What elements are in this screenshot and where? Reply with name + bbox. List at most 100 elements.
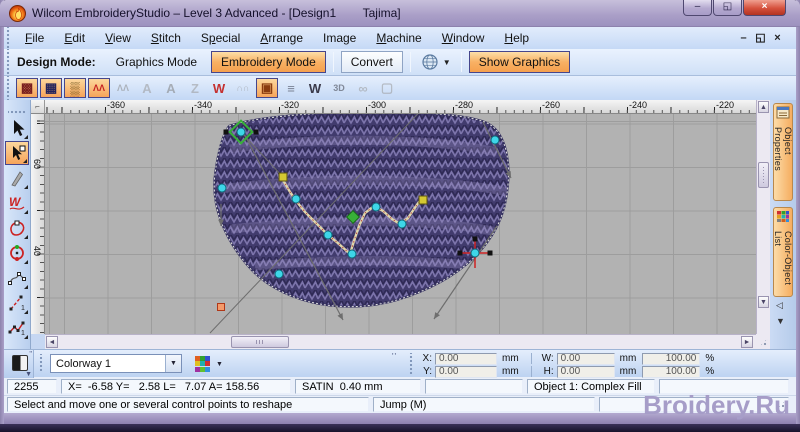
menu-file[interactable]: File — [15, 29, 54, 47]
control-point-cyan[interactable] — [217, 183, 227, 193]
vertical-scrollbar[interactable]: ▲ ▼ — [756, 100, 770, 334]
vertical-ruler: 60 40 — [31, 114, 45, 334]
menu-machine[interactable]: Machine — [366, 29, 431, 47]
vertical-scroll-thumb[interactable] — [758, 162, 769, 188]
3d-view-icon[interactable]: 3D — [328, 78, 350, 98]
toolbar-options-chevron-icon[interactable]: ▼ — [25, 371, 32, 378]
scale-input[interactable]: 100.00 — [642, 365, 701, 378]
control-point-black[interactable] — [457, 250, 463, 256]
separator — [409, 52, 411, 72]
embroidery-mode-button[interactable]: Embroidery Mode — [211, 51, 326, 73]
select-tool[interactable] — [5, 116, 29, 140]
close-button[interactable]: × — [743, 0, 786, 16]
control-point-black[interactable] — [253, 129, 259, 135]
control-point-cyan[interactable] — [490, 135, 500, 145]
knife-tool[interactable] — [5, 166, 29, 190]
tatami-fill-icon[interactable]: ▦ — [40, 78, 62, 98]
control-point-cyan[interactable] — [347, 249, 357, 259]
control-point-black[interactable] — [472, 236, 478, 242]
modebar-grip[interactable] — [4, 49, 11, 75]
colorbar-grip[interactable] — [38, 354, 43, 373]
open-shape-tool[interactable] — [5, 266, 29, 290]
embroidery-object[interactable] — [213, 114, 510, 308]
panel-down-arrow-icon[interactable]: ▼ — [776, 316, 785, 326]
combo-dropdown-icon[interactable]: ▼ — [165, 355, 181, 372]
control-point-cyan[interactable] — [274, 269, 284, 279]
menu-view[interactable]: View — [95, 29, 141, 47]
control-point-black[interactable] — [487, 250, 493, 256]
fancy-fill-icon[interactable]: ▩ — [16, 78, 38, 98]
overflow-dots-icon[interactable]: '' — [29, 351, 32, 358]
menu-help[interactable]: Help — [494, 29, 539, 47]
ruler-label: -360 — [107, 100, 126, 110]
control-point-cyan[interactable] — [236, 127, 246, 137]
convert-button[interactable]: Convert — [340, 51, 403, 73]
mdi-restore-button[interactable]: ◱ — [752, 31, 769, 46]
palette-grid-icon[interactable] — [194, 355, 212, 373]
fill-pattern-icon[interactable]: ▣ — [256, 78, 278, 98]
horizontal-scrollbar[interactable]: ◄ ► — [45, 334, 756, 349]
tab-color-object-list[interactable]: Color-Object List — [773, 207, 793, 297]
reshape-tool[interactable] — [5, 141, 29, 165]
bw-disk-icon[interactable] — [12, 355, 28, 371]
object-info-cell: Object 1: Complex Fill — [527, 378, 655, 394]
horizontal-scroll-thumb[interactable] — [231, 336, 289, 348]
restore-button[interactable]: ◱ — [713, 0, 742, 16]
watermark: Broidery.Ru — [643, 390, 790, 420]
menu-image[interactable]: Image — [313, 29, 366, 47]
panel-collapse-arrow-icon[interactable]: ◁ — [776, 300, 783, 311]
menu-special[interactable]: Special — [191, 29, 250, 47]
control-point-cyan[interactable] — [397, 219, 407, 229]
control-point-cyan[interactable] — [470, 248, 480, 258]
lettering-tool[interactable]: W — [5, 191, 29, 215]
scroll-up-button[interactable]: ▲ — [758, 101, 769, 113]
tab-object-properties[interactable]: Object Properties — [773, 103, 793, 201]
stitch-list-icon[interactable]: ≡ — [280, 78, 302, 98]
closed-shape-tool[interactable] — [5, 216, 29, 240]
menu-window[interactable]: Window — [432, 29, 495, 47]
motif-fill-icon[interactable]: ▒ — [64, 78, 86, 98]
control-point-cyan[interactable] — [371, 202, 381, 212]
graphics-mode-button[interactable]: Graphics Mode — [106, 51, 207, 73]
control-point-orange[interactable] — [217, 303, 225, 311]
design-canvas[interactable] — [45, 114, 756, 334]
position-input[interactable]: 0.00 — [435, 365, 497, 378]
control-point-black[interactable] — [223, 129, 229, 135]
circle-star-tool[interactable] — [5, 241, 29, 265]
control-point-yellow[interactable] — [278, 172, 288, 182]
palette-caret-icon[interactable]: ▼ — [216, 361, 223, 368]
menubar-grip[interactable] — [4, 27, 11, 49]
control-point-cyan[interactable] — [291, 194, 301, 204]
zigzag-fill-icon[interactable]: ΛΛ — [88, 78, 110, 98]
mdi-minimize-button[interactable]: – — [735, 31, 752, 46]
scroll-right-button[interactable]: ► — [741, 336, 753, 348]
colorway-select[interactable]: Colorway 1 ▼ — [50, 354, 182, 373]
hoop-globe-button[interactable]: ▼ — [416, 51, 456, 73]
hatch-stitch-icon[interactable]: W — [304, 78, 326, 98]
iconbar-grip[interactable] — [4, 76, 11, 100]
menu-arrange[interactable]: Arrange — [250, 29, 313, 47]
sequin-run-icon[interactable]: W — [208, 78, 230, 98]
size-input[interactable]: 0.00 — [556, 365, 615, 378]
mdi-close-button[interactable]: × — [769, 31, 786, 46]
control-point-yellow[interactable] — [418, 195, 428, 205]
toolpal-grip[interactable] — [8, 108, 26, 114]
control-point-cyan[interactable] — [323, 230, 333, 240]
scale-input[interactable]: 100.00 — [642, 352, 701, 365]
transform-grip[interactable] — [408, 353, 413, 374]
overflow-dots-icon[interactable]: '' — [392, 352, 397, 361]
menu-stitch[interactable]: Stitch — [141, 29, 191, 47]
minimize-button[interactable]: – — [683, 0, 712, 16]
palette-icon — [776, 210, 790, 228]
menu-bar: File Edit View Stitch Special Arrange Image Mac… — [4, 27, 796, 49]
scroll-down-button[interactable]: ▼ — [758, 296, 769, 308]
size-input[interactable]: 0.00 — [556, 352, 615, 365]
show-graphics-button[interactable]: Show Graphics — [468, 51, 571, 73]
position-input[interactable]: 0.00 — [435, 352, 497, 365]
axis-label: X: — [422, 353, 432, 364]
scroll-left-button[interactable]: ◄ — [46, 336, 58, 348]
title-bar[interactable]: Wilcom EmbroideryStudio – Level 3 Advanc… — [0, 0, 800, 27]
triple-run-tool[interactable]: 1 — [5, 316, 29, 340]
run-stitch-tool[interactable]: 1 — [5, 291, 29, 315]
menu-edit[interactable]: Edit — [54, 29, 95, 47]
